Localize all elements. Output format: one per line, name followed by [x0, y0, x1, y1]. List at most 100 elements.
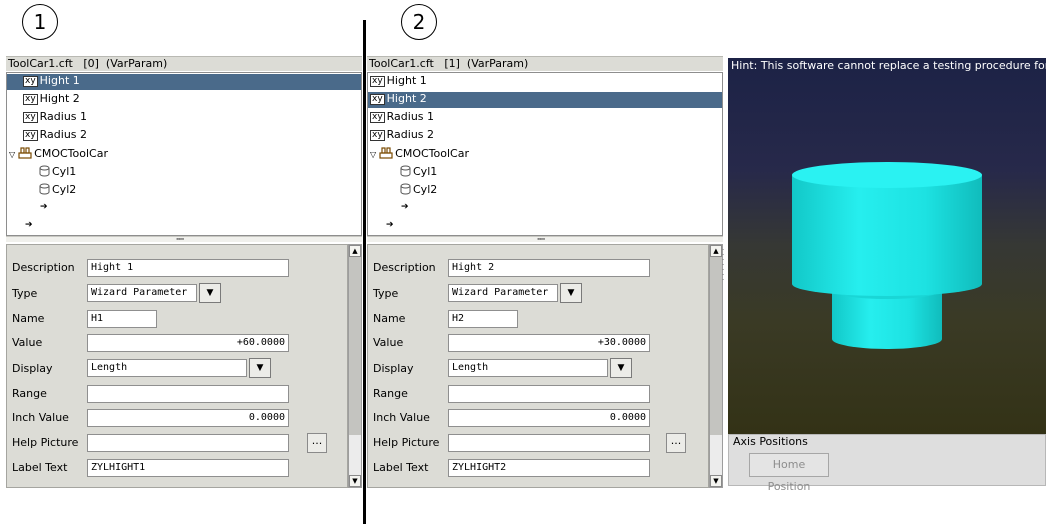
insert-position-arrow-icon[interactable]: ➔: [25, 220, 33, 236]
tree-item-radius-1[interactable]: xy Radius 1: [370, 110, 434, 126]
tree-item-hight-2[interactable]: xy Hight 2: [23, 92, 80, 108]
tree-splitter[interactable]: '''''''': [6, 236, 362, 245]
name-field[interactable]: H2: [448, 310, 518, 328]
value-field[interactable]: +60.0000: [87, 334, 289, 352]
parameter-tree[interactable]: xy Hight 1 xy Hight 2 xy Radius 1 xy Radius …: [6, 72, 362, 236]
cylinder-icon: [39, 165, 50, 177]
property-scrollbar[interactable]: ▲ ▼: [709, 244, 723, 488]
type-select[interactable]: Wizard Parameter: [448, 284, 558, 302]
range-field[interactable]: [87, 385, 289, 403]
label-text-field[interactable]: ZYLHIGHT2: [448, 459, 650, 477]
scrollbar-thumb[interactable]: [710, 257, 722, 435]
tree-item-hight-2[interactable]: xy Hight 2: [368, 92, 722, 108]
range-label: Range: [12, 387, 47, 400]
type-select[interactable]: Wizard Parameter: [87, 284, 197, 302]
tree-item-label: Radius 2: [386, 128, 435, 141]
tree-item-label: Hight 2: [39, 92, 80, 105]
xy-parameter-icon: xy: [23, 94, 38, 105]
tree-item-cmoctoolcar[interactable]: ▽ CMOCToolCar: [9, 147, 108, 163]
scroll-down-icon[interactable]: ▼: [710, 475, 722, 487]
value-label: Value: [373, 336, 404, 349]
xy-parameter-icon: xy: [370, 130, 385, 141]
cylinder-icon: [400, 165, 411, 177]
scroll-up-icon[interactable]: ▲: [349, 245, 361, 257]
tool-carrier-model: [792, 162, 982, 349]
tree-item-radius-2[interactable]: xy Radius 2: [370, 128, 434, 144]
name-label: Name: [12, 312, 45, 325]
expand-triangle-icon[interactable]: ▽: [9, 150, 15, 159]
label-text-label: Label Text: [373, 461, 429, 474]
tree-item-radius-2[interactable]: xy Radius 2: [23, 128, 87, 144]
tree-item-cyl1[interactable]: Cyl1: [39, 165, 76, 181]
tree-item-label: Cyl1: [413, 165, 438, 178]
tree-item-label: Hight 1: [386, 74, 427, 87]
tree-item-label: CMOCToolCar: [395, 147, 469, 160]
tree-item-label: Radius 1: [386, 110, 435, 123]
step-marker-1: 1: [22, 4, 58, 40]
panel-title: ToolCar1.cft [0] (VarParam): [6, 56, 362, 71]
type-dropdown-button[interactable]: ▼: [560, 283, 582, 303]
tree-item-hight-1[interactable]: xy Hight 1: [7, 74, 361, 90]
description-field[interactable]: Hight 2: [448, 259, 650, 277]
scroll-up-icon[interactable]: ▲: [710, 245, 722, 257]
tree-item-label: Hight 1: [39, 74, 80, 87]
xy-parameter-icon: xy: [23, 130, 38, 141]
parameter-tree[interactable]: xy Hight 1 xy Hight 2 xy Radius 1 xy Radius …: [367, 72, 723, 236]
property-sheet: Description Hight 1 Type Wizard Paramete…: [6, 244, 348, 488]
step-marker-2-label: 2: [412, 10, 426, 34]
display-select[interactable]: Length: [87, 359, 247, 377]
step-marker-2: 2: [401, 4, 437, 40]
label-text-field[interactable]: ZYLHIGHT1: [87, 459, 289, 477]
scrollbar-thumb[interactable]: [349, 257, 361, 435]
type-dropdown-button[interactable]: ▼: [199, 283, 221, 303]
tree-splitter[interactable]: '''''''': [367, 236, 723, 245]
tree-item-label: Radius 1: [39, 110, 88, 123]
tree-item-label: Cyl2: [52, 183, 77, 196]
value-field[interactable]: +30.0000: [448, 334, 650, 352]
xy-parameter-icon: xy: [23, 76, 38, 87]
name-field[interactable]: H1: [87, 310, 157, 328]
axis-positions-panel: Axis Positions Home Position: [728, 434, 1046, 493]
label-text-label: Label Text: [12, 461, 68, 474]
insert-position-arrow-icon[interactable]: ➔: [40, 202, 48, 218]
scroll-down-icon[interactable]: ▼: [349, 475, 361, 487]
var-param-panel-1: ToolCar1.cft [0] (VarParam) xy Hight 1 xy…: [6, 56, 362, 488]
home-position-button[interactable]: Home Position: [749, 453, 829, 493]
tree-item-cyl2[interactable]: Cyl2: [39, 183, 76, 199]
display-dropdown-button[interactable]: ▼: [610, 358, 632, 378]
3d-viewport[interactable]: [728, 58, 1046, 434]
inch-value-field[interactable]: 0.0000: [448, 409, 650, 427]
value-label: Value: [12, 336, 43, 349]
display-select[interactable]: Length: [448, 359, 608, 377]
insert-position-arrow-icon[interactable]: ➔: [386, 220, 394, 236]
help-picture-field[interactable]: [87, 434, 289, 452]
description-label: Description: [12, 261, 75, 274]
cylinder-icon: [39, 183, 50, 195]
xy-parameter-icon: xy: [370, 112, 385, 123]
tree-item-cmoctoolcar[interactable]: ▽ CMOCToolCar: [370, 147, 469, 163]
tree-item-hight-1[interactable]: xy Hight 1: [370, 74, 427, 90]
insert-position-arrow-icon[interactable]: ➔: [401, 202, 409, 218]
display-dropdown-button[interactable]: ▼: [249, 358, 271, 378]
expand-triangle-icon[interactable]: ▽: [370, 150, 376, 159]
xy-parameter-icon: xy: [370, 94, 385, 105]
xy-parameter-icon: xy: [23, 112, 38, 123]
range-label: Range: [373, 387, 408, 400]
toolcar-assembly-icon: [379, 147, 393, 159]
help-picture-browse-button[interactable]: ...: [307, 433, 327, 453]
property-scrollbar[interactable]: ▲ ▼: [348, 244, 362, 488]
display-label: Display: [373, 362, 414, 375]
help-picture-field[interactable]: [448, 434, 650, 452]
type-label: Type: [373, 287, 399, 300]
help-picture-browse-button[interactable]: ...: [666, 433, 686, 453]
description-field[interactable]: Hight 1: [87, 259, 289, 277]
range-field[interactable]: [448, 385, 650, 403]
tree-item-label: CMOCToolCar: [34, 147, 108, 160]
display-label: Display: [12, 362, 53, 375]
hint-text: Hint: This software cannot replace a tes…: [731, 59, 1047, 72]
tree-item-cyl2[interactable]: Cyl2: [400, 183, 437, 199]
comparison-divider: [363, 20, 366, 524]
tree-item-cyl1[interactable]: Cyl1: [400, 165, 437, 181]
inch-value-field[interactable]: 0.0000: [87, 409, 289, 427]
tree-item-radius-1[interactable]: xy Radius 1: [23, 110, 87, 126]
